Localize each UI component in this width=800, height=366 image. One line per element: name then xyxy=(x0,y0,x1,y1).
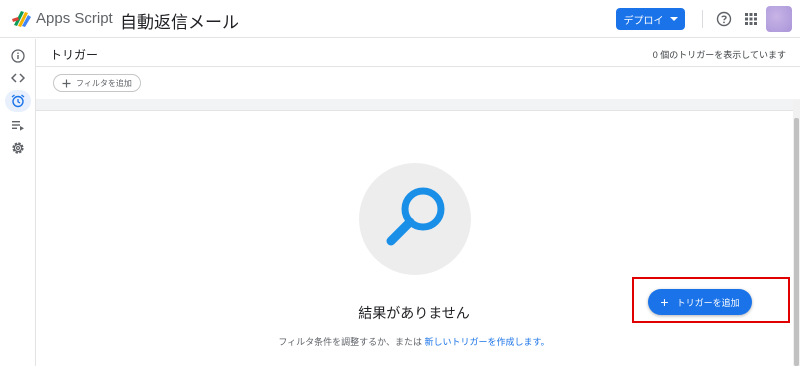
empty-state-text: フィルタ条件を調整するか、または xyxy=(278,337,423,347)
deploy-button-label: デプロイ xyxy=(623,15,664,27)
gear-icon xyxy=(12,142,24,154)
sidebar xyxy=(0,39,36,366)
avatar[interactable] xyxy=(766,6,792,32)
executions-icon xyxy=(12,121,24,131)
info-icon xyxy=(11,49,25,63)
app-name[interactable]: Apps Script xyxy=(36,10,113,27)
empty-illustration xyxy=(359,163,471,275)
divider xyxy=(36,99,800,111)
page-title: トリガー xyxy=(50,48,99,62)
triggers-header: トリガー 0 個のトリガーを表示しています xyxy=(36,39,800,67)
add-trigger-button[interactable]: + トリガーを追加 xyxy=(648,289,752,315)
sidebar-item-triggers[interactable] xyxy=(5,90,31,112)
filter-bar: フィルタを追加 xyxy=(36,67,800,99)
top-bar: Apps Script 自動返信メール デプロイ xyxy=(0,0,800,38)
apps-grid-icon[interactable] xyxy=(744,12,758,26)
chevron-down-icon xyxy=(669,17,678,21)
sidebar-item-editor[interactable] xyxy=(9,69,27,87)
plus-icon: + xyxy=(660,294,669,310)
sidebar-item-overview[interactable] xyxy=(9,47,27,65)
empty-state: 結果がありません フィルタ条件を調整するか、または 新しいトリガーを作成します。 xyxy=(36,111,792,366)
scrollbar[interactable] xyxy=(793,100,800,366)
scrollbar-thumb[interactable] xyxy=(794,118,799,366)
plus-icon xyxy=(62,79,71,87)
create-trigger-link[interactable]: 新しいトリガーを作成します。 xyxy=(425,337,550,347)
project-title[interactable]: 自動返信メール xyxy=(120,8,239,33)
sidebar-item-executions[interactable] xyxy=(9,116,27,134)
add-trigger-label: トリガーを追加 xyxy=(676,297,740,308)
add-filter-button[interactable]: フィルタを追加 xyxy=(53,74,141,92)
code-icon xyxy=(11,73,25,83)
empty-state-description: フィルタ条件を調整するか、または 新しいトリガーを作成します。 xyxy=(36,335,792,348)
trigger-count: 0 個のトリガーを表示しています xyxy=(652,50,786,60)
alarm-clock-icon xyxy=(11,94,25,108)
apps-script-logo[interactable] xyxy=(12,9,32,27)
add-filter-label: フィルタを追加 xyxy=(76,78,132,88)
deploy-button[interactable]: デプロイ xyxy=(616,8,685,30)
help-icon[interactable] xyxy=(716,11,732,27)
sidebar-item-settings[interactable] xyxy=(9,139,27,157)
search-icon xyxy=(386,187,445,246)
divider xyxy=(702,10,703,28)
